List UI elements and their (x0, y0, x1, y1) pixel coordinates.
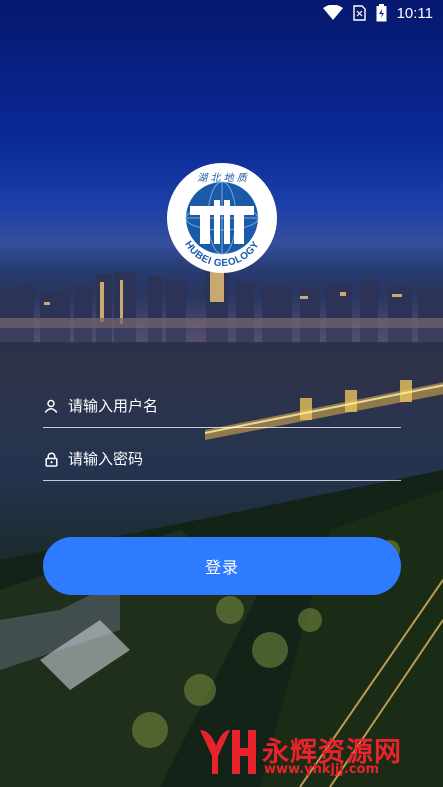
site-watermark: 永辉资源网 www.yhkjjj.com (196, 726, 436, 782)
status-bar: 10:11 (0, 0, 443, 30)
login-screen: 10:11 湖 北 地 质 HUBEI GEOLOGY 请输入用户名 登录 永辉… (0, 0, 443, 787)
hubei-geology-logo: 湖 北 地 质 HUBEI GEOLOGY (167, 163, 277, 273)
battery-icon (376, 4, 387, 22)
lock-icon (43, 451, 59, 467)
status-icons: 10:11 (322, 4, 433, 22)
wifi-icon (322, 5, 343, 20)
password-input[interactable] (68, 450, 401, 468)
username-input[interactable] (68, 397, 401, 415)
watermark-url: www.yhkjjj.com (264, 762, 380, 777)
user-icon (43, 398, 59, 414)
login-button[interactable]: 登录 (43, 537, 401, 595)
watermark-logo-icon (200, 730, 256, 774)
logo-top-text: 湖 北 地 质 (197, 172, 249, 184)
password-field[interactable] (43, 438, 401, 481)
status-time: 10:11 (396, 4, 433, 22)
sim-card-icon (352, 5, 366, 21)
username-field[interactable] (43, 385, 401, 428)
